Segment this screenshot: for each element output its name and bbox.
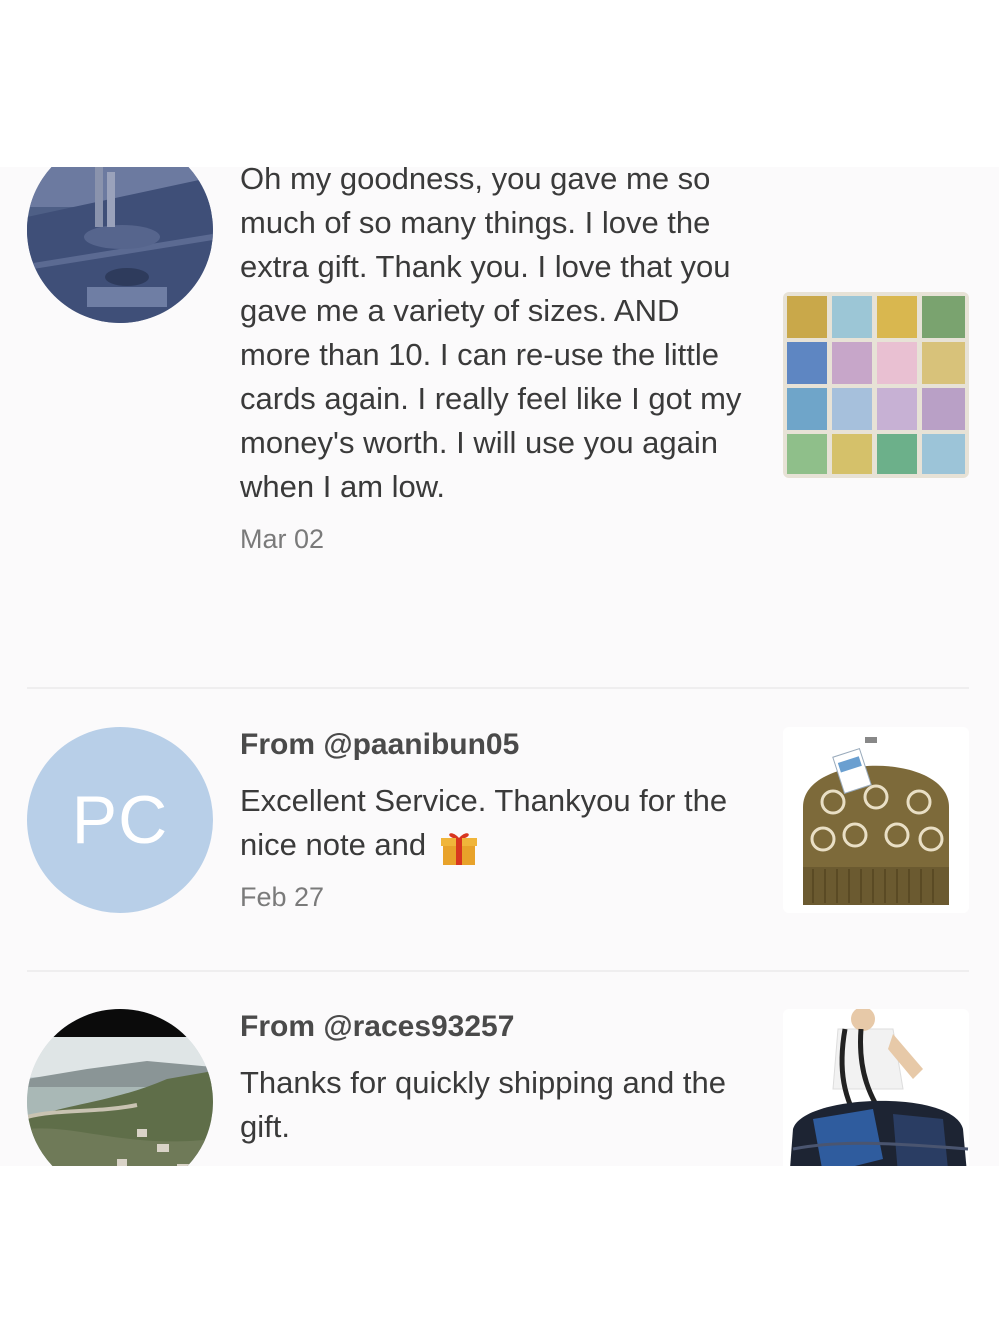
reviews-list[interactable]: Oh my goodness, you gave me so much of s… bbox=[0, 167, 999, 1166]
review-body: Oh my goodness, you gave me so much of s… bbox=[240, 167, 750, 559]
review-text: Oh my goodness, you gave me so much of s… bbox=[240, 167, 742, 504]
gift-emoji-icon bbox=[439, 827, 479, 867]
duffel-bag-thumbnail[interactable] bbox=[783, 1009, 969, 1166]
divider bbox=[27, 970, 969, 972]
review-author[interactable]: From @races93257 bbox=[240, 1007, 750, 1047]
review-text-wrapper: Excellent Service. Thankyou for the nice… bbox=[240, 779, 750, 867]
review-author[interactable]: From @paanibun05 bbox=[240, 725, 750, 765]
review-body: From @races93257 Thanks for quickly ship… bbox=[240, 1007, 750, 1149]
landscape-avatar-icon[interactable] bbox=[27, 1009, 213, 1166]
review-body: From @paanibun05 Excellent Service. Than… bbox=[240, 725, 750, 917]
divider bbox=[27, 687, 969, 689]
photo-avatar-icon[interactable] bbox=[27, 167, 213, 323]
knit-beanie-thumbnail[interactable] bbox=[783, 727, 969, 913]
review-date: Feb 27 bbox=[240, 882, 325, 912]
avatar-initials: PC bbox=[71, 782, 169, 858]
initials-avatar[interactable]: PC bbox=[27, 727, 213, 913]
review-text: Thanks for quickly shipping and the gift… bbox=[240, 1065, 726, 1144]
review-text: Excellent Service. Thankyou for the nice… bbox=[240, 783, 728, 862]
gift-bags-thumbnail[interactable] bbox=[783, 292, 969, 478]
review-date: Mar 02 bbox=[240, 524, 325, 554]
